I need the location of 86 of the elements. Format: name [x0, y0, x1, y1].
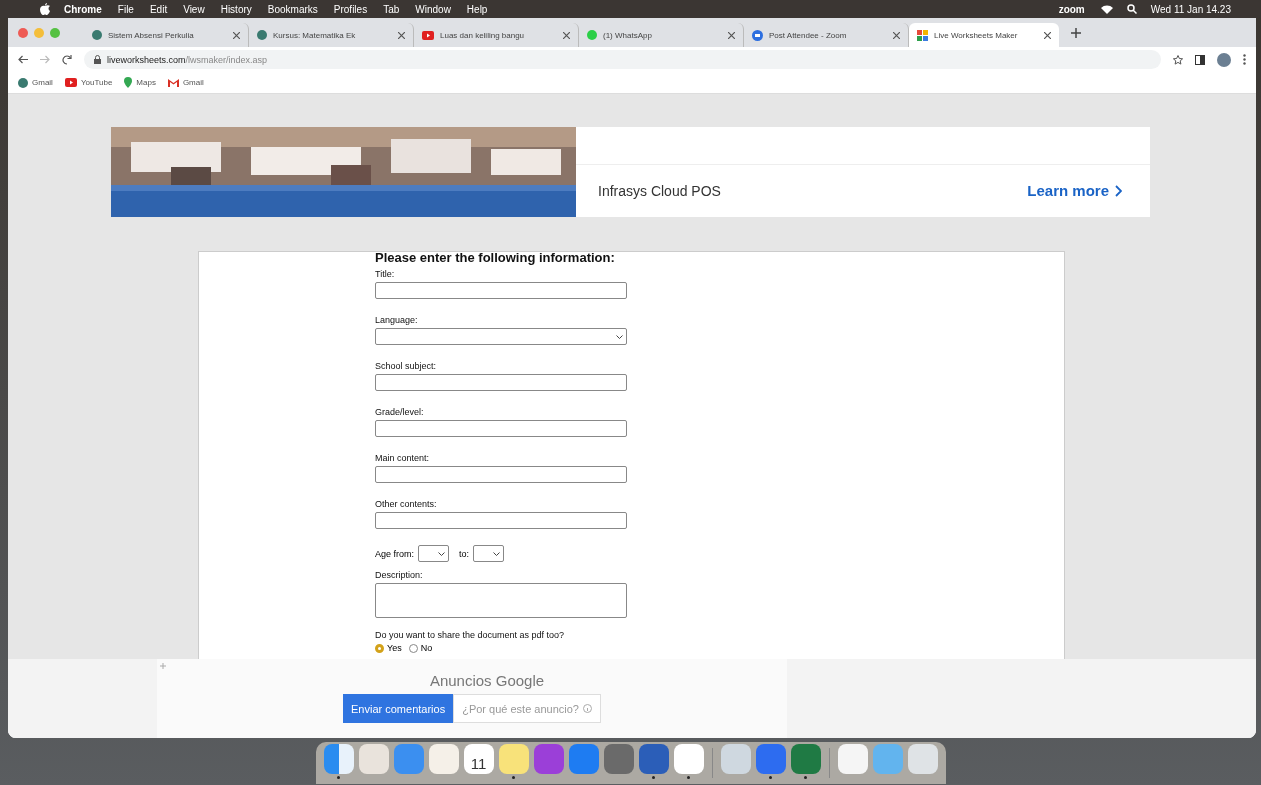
- close-icon[interactable]: [893, 31, 900, 39]
- field-label: School subject:: [375, 361, 438, 371]
- close-icon[interactable]: [563, 31, 570, 39]
- running-indicator: [687, 776, 690, 779]
- map-pin-icon: [124, 77, 133, 88]
- learn-more-link[interactable]: Learn more: [1027, 182, 1122, 199]
- star-icon[interactable]: [1173, 54, 1183, 65]
- field-label: Grade/level:: [375, 407, 425, 417]
- running-indicator: [769, 776, 772, 779]
- menu-item[interactable]: Bookmarks: [267, 3, 318, 15]
- chevron-right-icon: [1115, 184, 1122, 197]
- address-bar[interactable]: liveworksheets.com/lwsmaker/index.asp: [84, 50, 1161, 69]
- lock-icon: [94, 55, 101, 64]
- field-label: Other contents:: [375, 499, 438, 509]
- text-field[interactable]: [375, 512, 627, 529]
- field-label: Description:: [375, 570, 424, 580]
- ad-banner[interactable]: Infrasys Cloud POS Learn more: [111, 127, 1150, 217]
- dropdown[interactable]: [473, 545, 505, 562]
- dropdown-caret-icon: [616, 334, 623, 339]
- feedback-button[interactable]: Enviar comentarios: [343, 694, 454, 723]
- radio-label: Yes: [387, 643, 402, 653]
- dropdown[interactable]: [375, 328, 627, 345]
- colorful-squares-icon: [917, 29, 928, 41]
- ad-label: Anuncios Google: [429, 672, 545, 689]
- youtube-icon: [64, 78, 77, 87]
- text-field[interactable]: [375, 282, 627, 299]
- running-indicator: [337, 776, 340, 779]
- text-field[interactable]: [375, 374, 627, 391]
- reload-icon[interactable]: [62, 54, 72, 65]
- avatar-icon[interactable]: [1217, 52, 1231, 67]
- search-icon[interactable]: [1126, 4, 1137, 14]
- radio-button[interactable]: [408, 643, 418, 653]
- zoom-icon: [752, 29, 763, 41]
- apple-icon[interactable]: [40, 3, 50, 15]
- calendar-app-icon[interactable]: 11: [463, 744, 494, 774]
- dropdown-caret-icon: [493, 551, 501, 556]
- sidebar-icon[interactable]: [1195, 54, 1205, 65]
- forward-icon[interactable]: [40, 55, 50, 64]
- text-field[interactable]: [375, 466, 627, 483]
- url-text: liveworksheets.com/lwsmaker/index.asp: [107, 54, 268, 65]
- bookmark[interactable]: Maps: [124, 77, 156, 88]
- text-field[interactable]: [375, 420, 627, 437]
- more-icon[interactable]: [1243, 54, 1246, 65]
- menu-item[interactable]: Profiles: [333, 3, 368, 15]
- close-icon[interactable]: [1044, 31, 1051, 39]
- text-area[interactable]: [375, 583, 627, 618]
- running-indicator: [652, 776, 655, 779]
- clock[interactable]: Wed 11 Jan 14.23: [1150, 3, 1231, 15]
- wifi-icon[interactable]: [1100, 4, 1113, 14]
- field-label: Age from:: [375, 548, 414, 559]
- close-icon[interactable]: [398, 31, 405, 39]
- plus-icon[interactable]: [1071, 27, 1081, 38]
- field-label: Language:: [375, 315, 419, 325]
- bookmark[interactable]: Gmail: [18, 77, 53, 88]
- menu-item[interactable]: View: [183, 3, 205, 15]
- question-text: Do you want to share the document as pdf too?: [375, 630, 566, 640]
- ad-title: Infrasys Cloud POS: [598, 183, 721, 199]
- close-icon[interactable]: [728, 31, 735, 39]
- bookmark[interactable]: Gmail: [167, 78, 204, 87]
- field-label: Main content:: [375, 453, 431, 463]
- menu-item[interactable]: File: [117, 3, 134, 15]
- browser-tab[interactable]: Live Worksheets Maker: [909, 23, 1059, 47]
- calendar-day: 11: [470, 754, 487, 772]
- menu-item[interactable]: Edit: [149, 3, 168, 15]
- status-menu-label[interactable]: zoom: [1058, 3, 1085, 15]
- gmail-icon: [167, 78, 179, 87]
- info-icon: [583, 704, 592, 713]
- radio-label: No: [420, 643, 433, 653]
- radio-button[interactable]: [375, 643, 384, 653]
- menu-item[interactable]: History: [220, 3, 252, 15]
- app-menu[interactable]: Chrome: [64, 3, 102, 15]
- dropdown[interactable]: [418, 545, 449, 562]
- menu-item[interactable]: Tab: [383, 3, 400, 15]
- running-indicator: [804, 776, 807, 779]
- form-heading: Please enter the following information:: [375, 250, 616, 265]
- dropdown-caret-icon: [438, 551, 445, 556]
- window-controls-icon[interactable]: [18, 27, 62, 38]
- back-icon[interactable]: [18, 55, 28, 64]
- youtube-icon: [422, 30, 434, 40]
- bookmark[interactable]: YouTube: [64, 78, 113, 87]
- menu-item[interactable]: Help: [466, 3, 488, 15]
- field-label: Title:: [375, 269, 396, 279]
- menu-item[interactable]: Window: [415, 3, 451, 15]
- field-label: to:: [459, 548, 470, 559]
- running-indicator: [512, 776, 515, 779]
- close-icon[interactable]: [233, 31, 240, 39]
